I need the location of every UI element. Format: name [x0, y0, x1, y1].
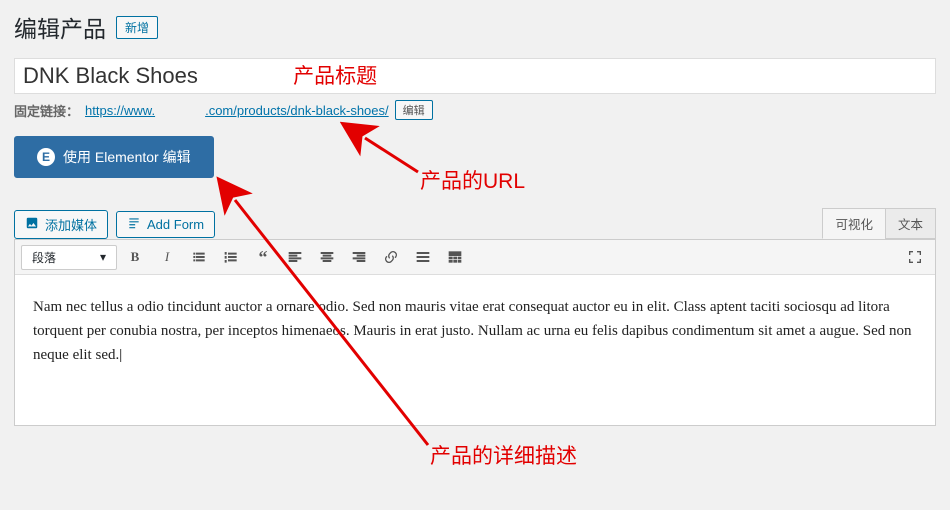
- add-media-label: 添加媒体: [45, 215, 97, 234]
- annotation-description: 产品的详细描述: [430, 440, 577, 470]
- permalink-label: 固定链接：: [14, 101, 79, 120]
- chevron-down-icon: ▾: [100, 250, 106, 264]
- tab-text[interactable]: 文本: [885, 208, 936, 239]
- link-button[interactable]: [377, 244, 405, 270]
- format-select[interactable]: 段落 ▾: [21, 245, 117, 270]
- italic-button[interactable]: I: [153, 244, 181, 270]
- bulleted-list-button[interactable]: [185, 244, 213, 270]
- permalink-link[interactable]: https://www. .com/products/dnk-black-shoe…: [85, 103, 389, 118]
- align-center-button[interactable]: [313, 244, 341, 270]
- elementor-icon: E: [37, 148, 55, 166]
- permalink-mid: .com/products/: [205, 103, 290, 118]
- media-icon: [25, 216, 39, 233]
- blockquote-button[interactable]: “: [249, 244, 277, 270]
- elementor-label: 使用 Elementor 编辑: [63, 147, 191, 167]
- form-icon: [127, 216, 141, 233]
- bold-button[interactable]: B: [121, 244, 149, 270]
- numbered-list-button[interactable]: [217, 244, 245, 270]
- toolbar-toggle-button[interactable]: [441, 244, 469, 270]
- permalink-slug: dnk-black-shoes/: [290, 103, 388, 118]
- editor-container: 段落 ▾ B I “: [14, 239, 936, 426]
- editor-content[interactable]: Nam nec tellus a odio tincidunt auctor a…: [15, 275, 935, 425]
- add-form-label: Add Form: [147, 217, 204, 232]
- align-left-button[interactable]: [281, 244, 309, 270]
- editor-toolbar: 段落 ▾ B I “: [15, 240, 935, 275]
- editor-body-text: Nam nec tellus a odio tincidunt auctor a…: [33, 299, 912, 363]
- add-media-button[interactable]: 添加媒体: [14, 210, 108, 239]
- annotation-title: 产品标题: [293, 65, 377, 88]
- edit-with-elementor-button[interactable]: E 使用 Elementor 编辑: [14, 136, 214, 178]
- text-cursor: [119, 347, 122, 363]
- fullscreen-button[interactable]: [901, 244, 929, 270]
- format-select-label: 段落: [32, 249, 56, 266]
- product-title-input[interactable]: [23, 63, 283, 89]
- insert-more-button[interactable]: [409, 244, 437, 270]
- add-new-button[interactable]: 新增: [116, 16, 158, 39]
- edit-slug-button[interactable]: 编辑: [395, 100, 433, 120]
- align-right-button[interactable]: [345, 244, 373, 270]
- permalink-prefix: https://www.: [85, 103, 155, 118]
- product-title-field[interactable]: 产品标题: [14, 58, 936, 94]
- permalink-row: 固定链接： https://www. .com/products/dnk-blac…: [14, 100, 936, 120]
- tab-visual[interactable]: 可视化: [822, 208, 886, 239]
- page-title: 编辑产品: [14, 10, 106, 44]
- add-form-button[interactable]: Add Form: [116, 211, 215, 238]
